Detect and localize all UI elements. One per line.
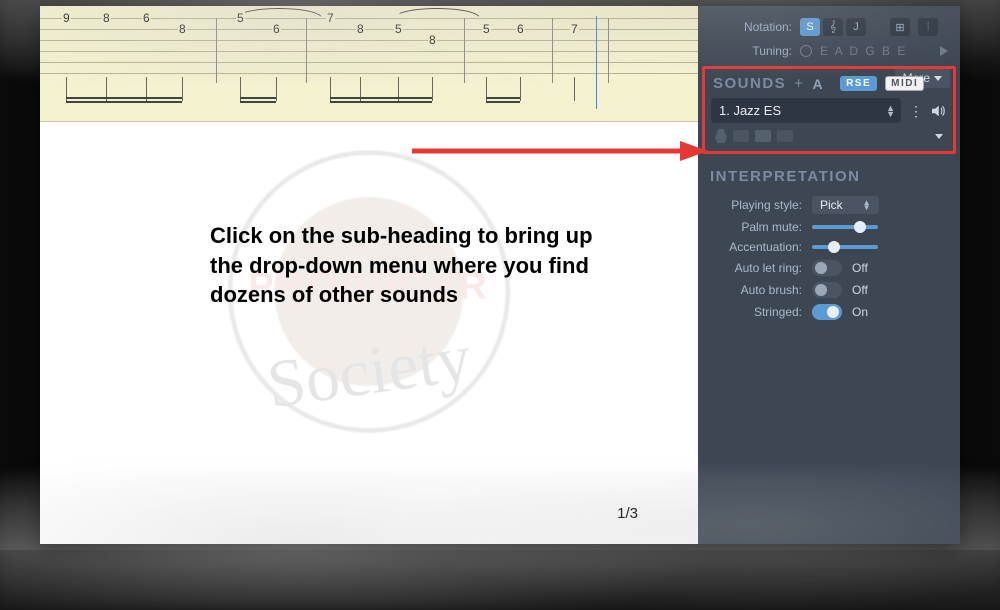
fret-number[interactable]: 8	[178, 23, 187, 35]
stringed-row: Stringed: On	[710, 301, 948, 323]
accentuation-label: Accentuation:	[710, 240, 802, 254]
fret-number[interactable]: 5	[236, 12, 245, 24]
sounds-highlight-box: SOUNDS + A RSE MIDI 1. Jazz ES ▲▼ ⋮	[702, 66, 956, 154]
sounds-section-header: SOUNDS + A RSE MIDI	[713, 75, 895, 92]
beam	[330, 101, 432, 103]
gear-icon[interactable]	[800, 45, 812, 57]
note-stem	[432, 77, 433, 101]
note-stem	[182, 77, 183, 101]
barline	[552, 18, 553, 83]
auto-brush-label: Auto brush:	[710, 283, 802, 297]
beam	[240, 97, 276, 99]
interpretation-section-header: INTERPRETATION	[710, 168, 950, 185]
auto-let-ring-label: Auto let ring:	[710, 261, 802, 275]
chevron-down-icon[interactable]	[935, 134, 943, 139]
interpretation-body: Playing style: Pick ▲▼ Palm mute: Accent…	[708, 191, 950, 323]
auto-let-ring-row: Auto let ring: Off	[710, 257, 948, 279]
tab-staff: 9 8 6 8 5 6 7 8 5 8 5 6 7	[40, 6, 698, 122]
palm-mute-label: Palm mute:	[710, 220, 802, 234]
instruction-text: Click on the sub-heading to bring up the…	[210, 221, 610, 310]
playing-style-label: Playing style:	[710, 198, 802, 212]
accentuation-slider[interactable]	[812, 245, 878, 249]
auto-brush-row: Auto brush: Off	[710, 279, 948, 301]
play-tuning-icon[interactable]	[940, 46, 948, 56]
notation-button-group: S 𝄞 J	[800, 18, 866, 36]
amp-icon[interactable]	[755, 130, 771, 142]
layout-btn-1[interactable]: 𝄀	[918, 18, 938, 36]
tie	[236, 8, 322, 18]
interpretation-title: INTERPRETATION	[710, 168, 860, 185]
fret-number[interactable]: 9	[62, 12, 71, 24]
annotation-arrow	[408, 138, 708, 164]
sound-selected-label: 1. Jazz ES	[719, 103, 781, 118]
add-sound-icon[interactable]: +	[794, 75, 804, 92]
playing-style-select[interactable]: Pick ▲▼	[812, 196, 879, 214]
beam	[66, 97, 182, 99]
stepper-icon: ▲▼	[886, 105, 893, 117]
note-stem	[276, 77, 277, 101]
beam	[486, 101, 520, 103]
stringed-toggle[interactable]	[812, 304, 842, 320]
beam	[330, 97, 432, 99]
fret-number[interactable]: 5	[394, 23, 403, 35]
fret-number[interactable]: 5	[482, 23, 491, 35]
pickup-icon[interactable]	[733, 130, 749, 142]
sound-slot-a[interactable]: A	[812, 76, 824, 92]
beam	[240, 101, 276, 103]
sound-variant-row	[711, 127, 947, 145]
speaker-icon[interactable]	[929, 102, 947, 120]
notation-btn-2[interactable]: J	[846, 18, 866, 36]
playing-style-value: Pick	[820, 198, 843, 212]
fret-number[interactable]: 8	[102, 12, 111, 24]
inspector-sidebar: Notation: S 𝄞 J ⊞ 𝄀 Tuning: E A D G B E …	[698, 6, 960, 544]
stepper-icon: ▲▼	[863, 200, 871, 210]
tie	[394, 8, 480, 18]
notation-btn-1[interactable]: 𝄞	[823, 18, 843, 36]
fret-number[interactable]: 6	[142, 12, 151, 24]
tuning-label: Tuning:	[710, 44, 792, 58]
auto-brush-toggle[interactable]	[812, 282, 842, 298]
note-stem	[574, 77, 575, 101]
tuning-row: Tuning: E A D G B E	[708, 40, 950, 62]
playing-style-row: Playing style: Pick ▲▼	[710, 193, 948, 217]
fret-number[interactable]: 6	[272, 23, 281, 35]
sound-dropdown[interactable]: 1. Jazz ES ▲▼	[711, 98, 901, 123]
notation-btn-0[interactable]: S	[800, 18, 820, 36]
stringed-label: Stringed:	[710, 305, 802, 319]
barline	[306, 18, 307, 83]
stringed-state: On	[852, 305, 868, 319]
sound-options-icon[interactable]: ⋮	[909, 104, 923, 118]
barline	[464, 18, 465, 83]
app-window: 9 8 6 8 5 6 7 8 5 8 5 6 7 Click on the sub-heading t…	[40, 6, 960, 544]
tab-lines	[40, 18, 698, 84]
palm-mute-slider[interactable]	[812, 225, 878, 229]
score-canvas[interactable]: 9 8 6 8 5 6 7 8 5 8 5 6 7 Click on the sub-heading t…	[40, 6, 698, 544]
fret-number[interactable]: 8	[356, 23, 365, 35]
page-indicator: 1/3	[617, 505, 638, 522]
barline	[608, 18, 609, 83]
fret-number[interactable]: 7	[570, 23, 579, 35]
sounds-title: SOUNDS	[713, 75, 786, 92]
beam	[486, 97, 520, 99]
playhead-cursor	[596, 16, 597, 109]
guitar-body-icon[interactable]	[715, 129, 727, 143]
note-stem	[520, 77, 521, 101]
notation-row: Notation: S 𝄞 J ⊞ 𝄀	[708, 14, 950, 40]
tuning-value: E A D G B E	[820, 44, 907, 58]
midi-pill[interactable]: MIDI	[885, 76, 924, 91]
fx-icon[interactable]	[777, 130, 793, 142]
fret-number[interactable]: 8	[428, 34, 437, 46]
rse-pill[interactable]: RSE	[840, 76, 877, 91]
accentuation-row: Accentuation:	[710, 237, 948, 257]
auto-brush-state: Off	[852, 283, 868, 297]
layout-btn-0[interactable]: ⊞	[890, 18, 910, 36]
auto-let-ring-toggle[interactable]	[812, 260, 842, 276]
beam	[66, 101, 182, 103]
notation-label: Notation:	[710, 20, 792, 34]
fret-number[interactable]: 7	[326, 12, 335, 24]
barline	[216, 18, 217, 83]
fret-number[interactable]: 6	[516, 23, 525, 35]
auto-let-ring-state: Off	[852, 261, 868, 275]
palm-mute-row: Palm mute:	[710, 217, 948, 237]
